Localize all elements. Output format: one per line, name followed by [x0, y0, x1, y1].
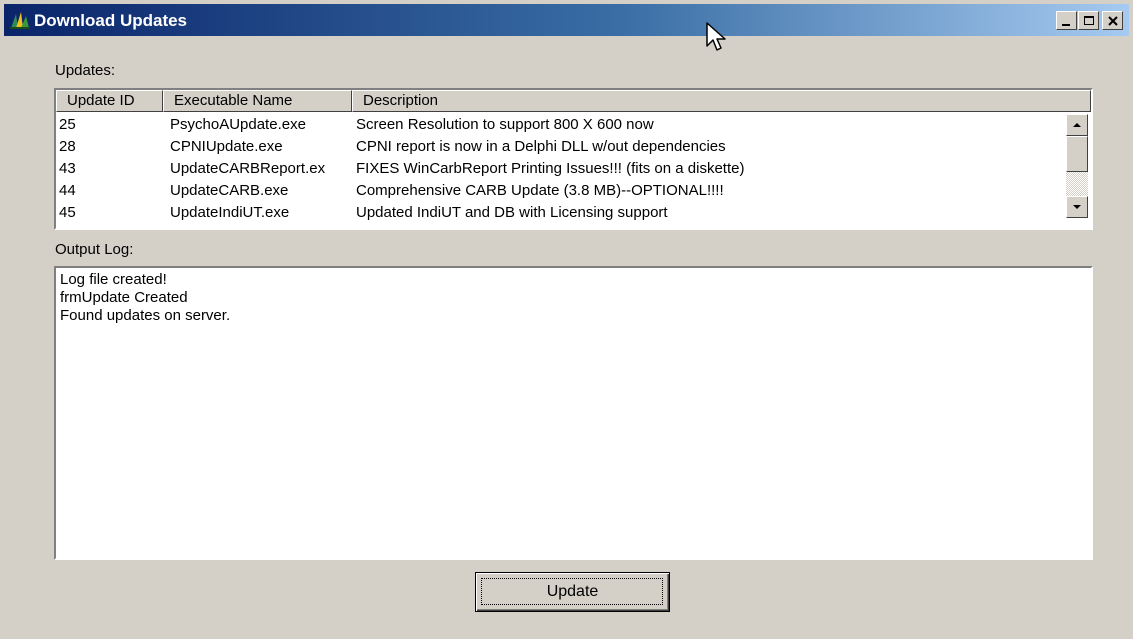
updates-label: Updates:: [55, 62, 116, 79]
log-line: Log file created!: [60, 271, 167, 288]
vertical-scrollbar[interactable]: [1066, 114, 1088, 218]
output-log-label: Output Log:: [55, 241, 134, 258]
executable-name-cell: UpdateIndiUT.exe: [170, 204, 290, 221]
maximize-button[interactable]: [1078, 11, 1099, 30]
description-cell: Updated IndiUT and DB with Licensing sup…: [356, 204, 668, 221]
minimize-icon: [1062, 24, 1070, 26]
executable-name-cell: CPNIUpdate.exe: [170, 138, 283, 155]
close-icon: [1108, 16, 1118, 26]
description-cell: Comprehensive CARB Update (3.8 MB)--OPTI…: [356, 182, 724, 199]
update-button[interactable]: Update: [475, 572, 670, 612]
description-cell: FIXES WinCarbReport Printing Issues!!! (…: [356, 160, 745, 177]
table-row[interactable]: 44 UpdateCARB.exe Comprehensive CARB Upd…: [56, 180, 1064, 202]
update-id-cell: 45: [59, 204, 76, 221]
table-row[interactable]: 45 UpdateIndiUT.exe Updated IndiUT and D…: [56, 202, 1064, 224]
update-id-cell: 28: [59, 138, 76, 155]
arrow-down-icon: [1073, 205, 1081, 209]
mouse-cursor-icon: [706, 22, 726, 51]
updates-list[interactable]: Update ID Executable Name Description 25…: [54, 88, 1093, 230]
scroll-down-button[interactable]: [1066, 196, 1088, 218]
table-row[interactable]: 25 PsychoAUpdate.exe Screen Resolution t…: [56, 114, 1064, 136]
column-header-description[interactable]: Description: [352, 90, 1091, 112]
title-bar[interactable]: Download Updates: [4, 4, 1129, 36]
update-id-cell: 43: [59, 160, 76, 177]
column-header-update-id[interactable]: Update ID: [56, 90, 163, 112]
column-header-executable-name[interactable]: Executable Name: [163, 90, 352, 112]
arrow-up-icon: [1073, 123, 1081, 127]
table-row[interactable]: 43 UpdateCARBReport.ex FIXES WinCarbRepo…: [56, 158, 1064, 180]
description-cell: CPNI report is now in a Delphi DLL w/out…: [356, 138, 726, 155]
log-line: Found updates on server.: [60, 307, 231, 324]
description-cell: Screen Resolution to support 800 X 600 n…: [356, 116, 654, 133]
window-title: Download Updates: [34, 11, 188, 30]
executable-name-cell: UpdateCARB.exe: [170, 182, 289, 199]
list-header: Update ID Executable Name Description: [56, 90, 1091, 112]
executable-name-cell: UpdateCARBReport.ex: [170, 160, 326, 177]
scroll-thumb[interactable]: [1066, 136, 1088, 172]
download-updates-window: Download Updates Updates: Update ID Exec…: [0, 0, 1133, 639]
log-line: frmUpdate Created: [60, 289, 188, 306]
update-id-cell: 44: [59, 182, 76, 199]
table-row[interactable]: 28 CPNIUpdate.exe CPNI report is now in …: [56, 136, 1064, 158]
close-button[interactable]: [1102, 11, 1123, 30]
update-id-cell: 25: [59, 116, 76, 133]
executable-name-cell: PsychoAUpdate.exe: [170, 116, 306, 133]
update-button-label: Update: [546, 583, 599, 600]
minimize-button[interactable]: [1056, 11, 1077, 30]
output-log[interactable]: Log file created! frmUpdate Created Foun…: [54, 266, 1093, 560]
scroll-up-button[interactable]: [1066, 114, 1088, 136]
list-rows: 25 PsychoAUpdate.exe Screen Resolution t…: [56, 112, 1064, 228]
maximize-icon: [1084, 16, 1094, 25]
app-icon: [10, 12, 30, 29]
